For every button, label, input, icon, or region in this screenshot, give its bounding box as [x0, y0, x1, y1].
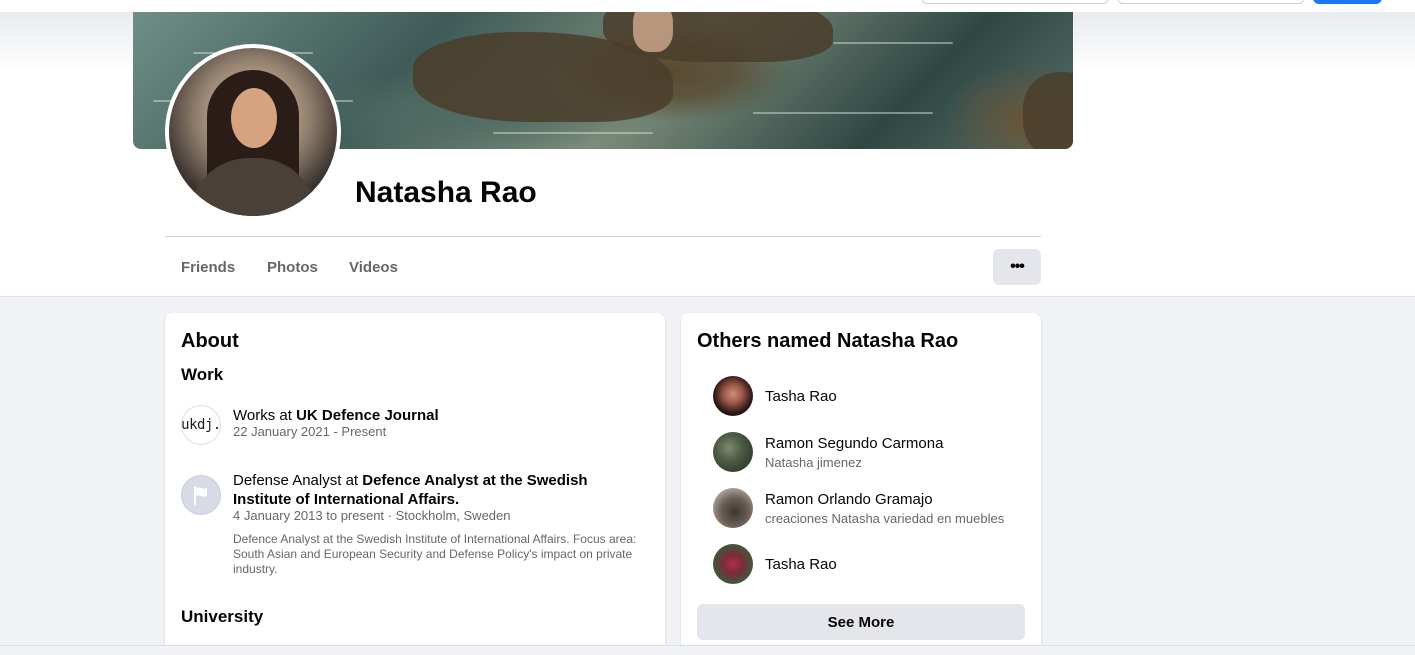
ukdj-logo[interactable]: ukdj.	[181, 405, 221, 445]
person-name: Ramon Orlando Gramajo	[765, 491, 933, 508]
work-item-1-title: Works at UK Defence Journal	[233, 406, 439, 425]
header-password-input[interactable]	[1117, 0, 1305, 4]
work-item-1-prefix: Works at	[233, 407, 297, 424]
bottom-edge	[0, 645, 1415, 655]
work-item-2-title: Defense Analyst at Defence Analyst at th…	[233, 471, 643, 509]
work-item-2-dates: 4 January 2013 to present · Stockholm, S…	[233, 508, 511, 523]
work-item-2-prefix: Defense Analyst at	[233, 472, 363, 489]
profile-name: Natasha Rao	[355, 176, 537, 209]
header-login-button[interactable]	[1313, 0, 1382, 4]
person-name: Ramon Segundo Carmona	[765, 435, 944, 452]
avatar	[713, 376, 753, 416]
person-subtitle: creaciones Natasha variedad en muebles	[765, 511, 1005, 526]
person-row[interactable]: Tasha Rao	[713, 544, 1033, 584]
profile-header: Natasha Rao Friends Photos Videos •••	[0, 12, 1415, 297]
see-more-button[interactable]: See More	[697, 604, 1025, 640]
work-item-2-description: Defence Analyst at the Swedish Institute…	[233, 532, 637, 576]
work-item-1-org-link[interactable]: UK Defence Journal	[296, 407, 439, 424]
university-section-title: University	[181, 607, 264, 626]
person-row[interactable]: Ramon Orlando Gramajo creaciones Natasha…	[713, 488, 1033, 528]
person-row[interactable]: Ramon Segundo Carmona Natasha jimenez	[713, 432, 1033, 472]
others-title: Others named Natasha Rao	[697, 330, 959, 352]
tab-photos[interactable]: Photos	[267, 259, 318, 276]
person-name: Tasha Rao	[765, 388, 837, 405]
header-email-input[interactable]	[921, 0, 1109, 4]
avatar	[169, 48, 337, 216]
avatar	[713, 488, 753, 528]
flag-icon	[194, 486, 207, 505]
more-horizontal-icon: •••	[1010, 258, 1025, 275]
about-title: About	[181, 330, 239, 352]
person-name: Tasha Rao	[765, 556, 837, 573]
avatar	[713, 432, 753, 472]
more-options-button[interactable]: •••	[993, 249, 1041, 285]
person-subtitle: Natasha jimenez	[765, 455, 862, 470]
work-section-title: Work	[181, 365, 224, 384]
organization-logo[interactable]	[181, 475, 221, 515]
profile-picture[interactable]	[165, 44, 341, 220]
about-card: About Work ukdj. Works at UK Defence Jou…	[165, 313, 665, 655]
others-named-card: Others named Natasha Rao Tasha Rao Ramon…	[681, 313, 1041, 655]
person-row[interactable]: Tasha Rao	[713, 376, 1033, 416]
avatar	[713, 544, 753, 584]
ukdj-logo-text: ukdj.	[181, 417, 221, 433]
tab-videos[interactable]: Videos	[349, 259, 398, 276]
tab-friends[interactable]: Friends	[181, 259, 235, 276]
top-navigation-bar	[0, 0, 1415, 12]
work-item-1-dates: 22 January 2021 - Present	[233, 424, 387, 439]
header-divider	[165, 236, 1041, 237]
